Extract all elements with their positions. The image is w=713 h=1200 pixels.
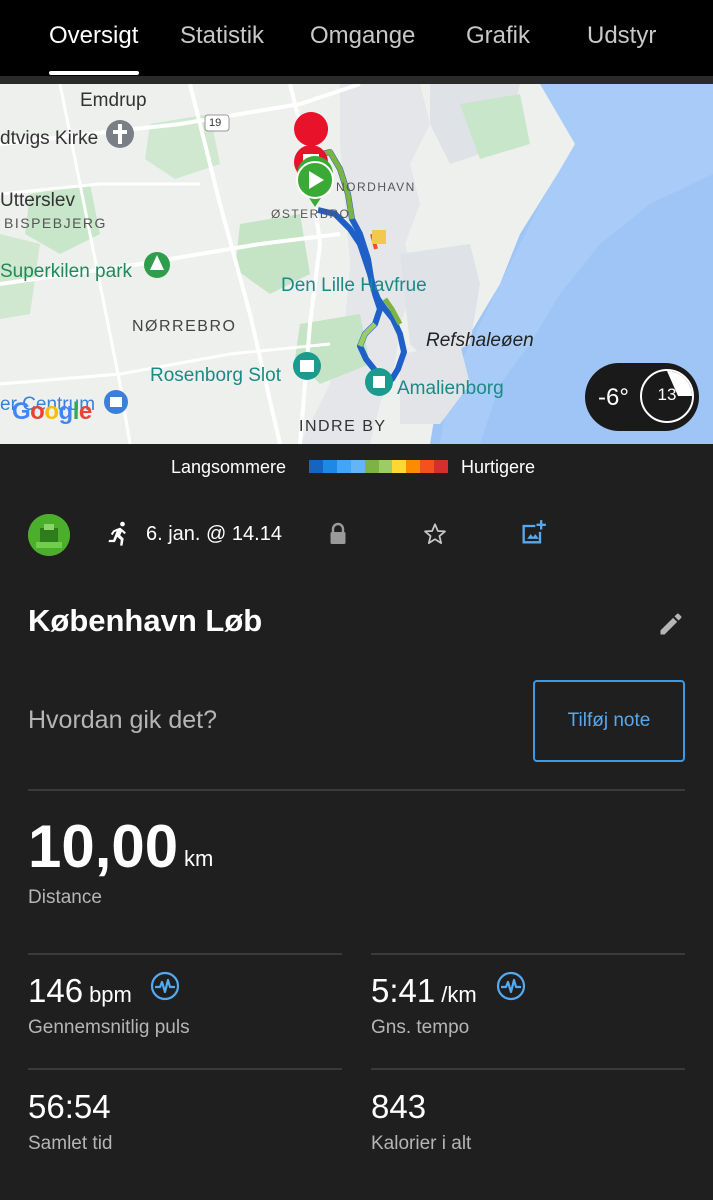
map-label-emdrup: Emdrup	[80, 90, 147, 111]
route-map[interactable]: Emdrup dtvigs Kirke 19 Utterslev BISPEBJ…	[0, 84, 713, 444]
running-icon	[108, 521, 126, 546]
temperature-value: -6°	[598, 384, 629, 411]
tab-oversigt[interactable]: Oversigt	[49, 22, 138, 50]
legend-color-segment	[392, 460, 407, 473]
map-label-osterbro: ØSTERBRO	[271, 207, 351, 221]
wind-speed-value: 13	[657, 385, 677, 404]
tab-bar-divider	[0, 76, 713, 84]
star-icon[interactable]	[422, 521, 448, 547]
legend-slower-label: Langsommere	[171, 457, 287, 477]
pace-value: 5:41	[371, 972, 436, 1009]
divider	[28, 953, 342, 955]
map-label-utterslev: Utterslev	[0, 190, 75, 211]
pace-unit: /km	[441, 982, 477, 1007]
legend-color-segment	[350, 460, 365, 473]
pace-legend: Langsommere Hurtigere	[0, 444, 713, 488]
divider	[28, 1068, 342, 1070]
map-label-indre-by: INDRE BY	[299, 418, 387, 435]
legend-color-bar	[309, 460, 449, 473]
legend-color-segment	[364, 460, 379, 473]
note-prompt[interactable]: Hvordan gik det?	[28, 706, 217, 735]
activity-date: 6. jan. @ 14.14	[146, 523, 282, 545]
road-number-19: 19	[209, 117, 222, 129]
legend-color-segment	[322, 460, 337, 473]
pace-info-icon[interactable]	[496, 971, 526, 1001]
map-label-nordhavn: NORDHAVN	[336, 180, 416, 194]
map-label-kirke: dtvigs Kirke	[0, 128, 99, 149]
distance-unit: km	[184, 846, 214, 871]
heart-rate-label: Gennemsnitlig puls	[28, 1017, 190, 1038]
add-note-button[interactable]: Tilføj note	[533, 680, 685, 762]
total-time-label: Samlet tid	[28, 1133, 113, 1154]
map-label-rosenborg: Rosenborg Slot	[150, 365, 281, 386]
legend-color-segment	[406, 460, 421, 473]
wind-indicator: 13	[640, 369, 694, 423]
divider	[371, 1068, 685, 1070]
avatar[interactable]	[28, 514, 70, 556]
weather-badge: -6° 13	[585, 363, 699, 431]
tab-omgange[interactable]: Omgange	[310, 22, 415, 50]
map-label-bispebjerg: BISPEBJERG	[4, 215, 107, 231]
map-label-norrebro: NØRREBRO	[132, 318, 237, 335]
divider	[28, 789, 685, 791]
legend-faster-label: Hurtigere	[461, 457, 536, 477]
distance-label: Distance	[28, 887, 102, 908]
calories-value: 843	[371, 1088, 427, 1125]
map-label-amalienborg: Amalienborg	[397, 378, 504, 399]
heart-rate-unit: bpm	[89, 982, 132, 1007]
tab-bar: Oversigt Statistik Omgange Grafik Udstyr	[0, 0, 713, 76]
pace-label: Gns. tempo	[371, 1017, 470, 1038]
tab-grafik[interactable]: Grafik	[466, 22, 530, 50]
calories-label: Kalorier i alt	[371, 1133, 472, 1154]
total-time-value: 56:54	[28, 1088, 111, 1125]
lock-icon[interactable]	[326, 522, 350, 546]
edit-icon[interactable]	[657, 610, 685, 638]
legend-color-segment	[420, 460, 435, 473]
pace-stat: 5:41/km	[371, 972, 477, 1010]
google-logo: Google	[12, 398, 92, 425]
legend-color-segment	[336, 460, 351, 473]
legend-color-segment	[309, 460, 323, 473]
tab-udstyr[interactable]: Udstyr	[587, 22, 656, 50]
avatar-image	[28, 514, 70, 556]
map-label-lille-havfrue: Den Lille Havfrue	[281, 275, 427, 296]
map-label-superkilen: Superkilen park	[0, 261, 133, 282]
tab-statistik[interactable]: Statistik	[180, 22, 264, 50]
divider	[371, 953, 685, 955]
distance-value: 10,00	[28, 813, 179, 880]
heart-rate-info-icon[interactable]	[150, 971, 180, 1001]
legend-color-segment	[378, 460, 393, 473]
active-tab-indicator	[49, 71, 139, 75]
add-photo-icon[interactable]	[519, 519, 547, 547]
legend-color-segment	[434, 460, 449, 473]
activity-title: København Løb	[28, 603, 263, 638]
map-label-refshaleoen: Refshaleøen	[426, 330, 534, 351]
heart-rate-stat: 146 bpm	[28, 972, 132, 1010]
heart-rate-value: 146	[28, 972, 84, 1009]
